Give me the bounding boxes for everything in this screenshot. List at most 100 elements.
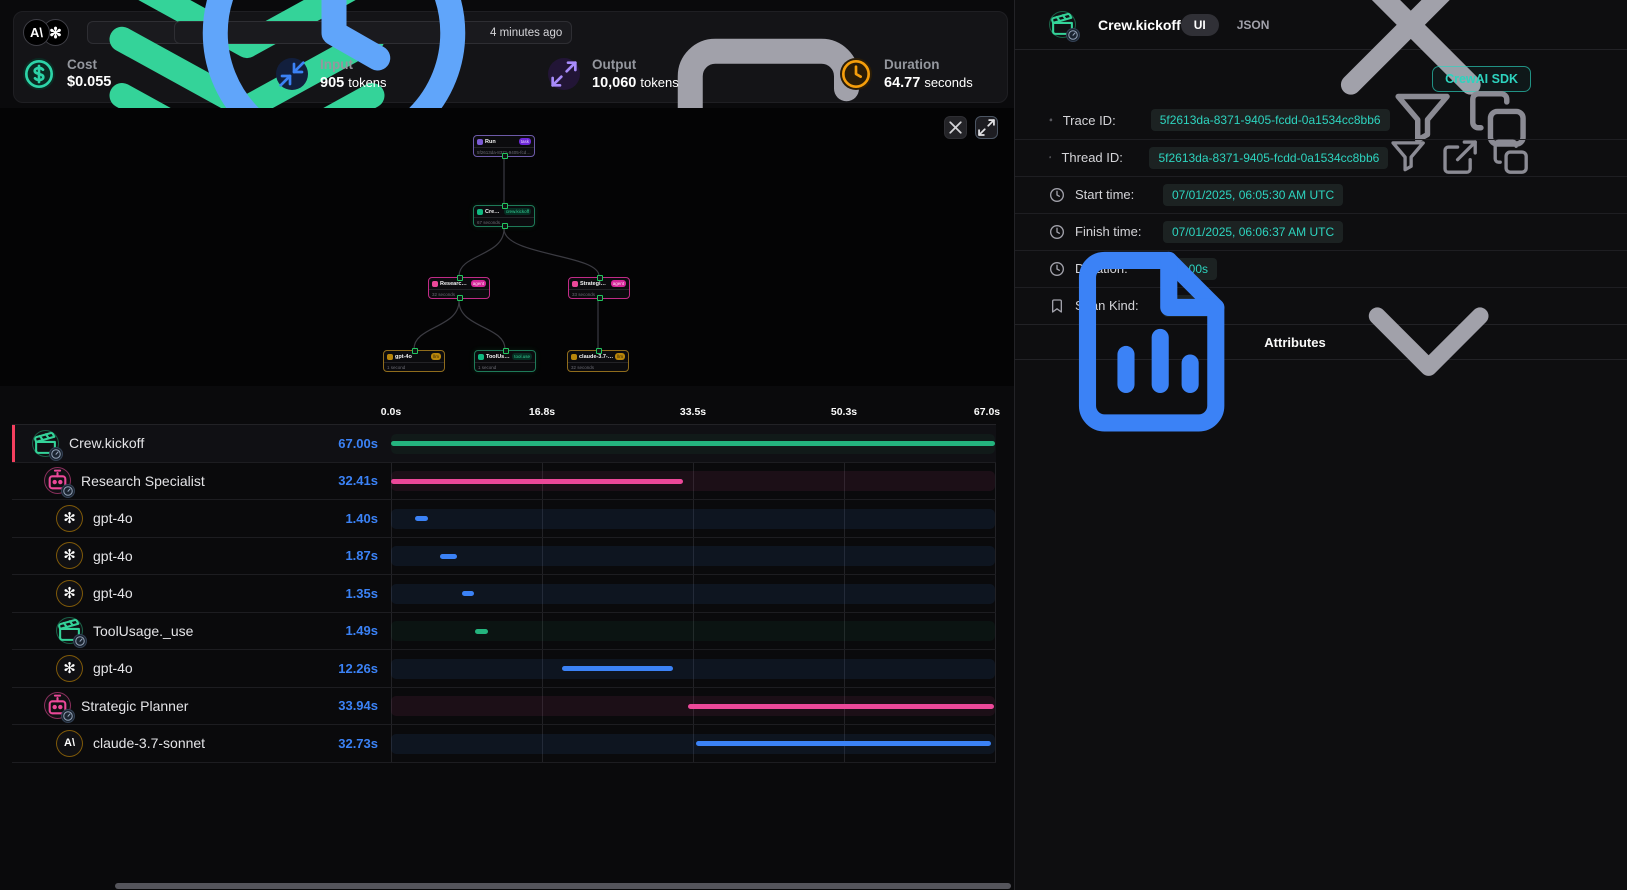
crew-icon [1049, 11, 1076, 38]
detail-title: Crew.kickoff [1098, 17, 1181, 33]
span-duration: 32.73s [338, 725, 378, 762]
hash-icon [1049, 156, 1051, 158]
waterfall-row[interactable]: ✻gpt-4o1.35s [12, 575, 996, 613]
span-bar[interactable] [696, 741, 991, 746]
stat-label: Cost [67, 56, 111, 73]
close-graph-button[interactable] [944, 116, 967, 139]
span-name: gpt-4o [93, 660, 133, 676]
span-track [391, 659, 995, 679]
node-badge: agent [471, 280, 486, 287]
dollar-icon [23, 58, 55, 90]
detail-value-chip[interactable]: 5f2613da-8371-9405-fcdd-0a1534cc8bb6 [1149, 147, 1388, 169]
waterfall-row[interactable]: ✻gpt-4o1.40s [12, 500, 996, 538]
node-footer: 1 second [384, 362, 444, 371]
tab-json[interactable]: JSON [1237, 18, 1270, 32]
graph-node-gpt-4o[interactable]: gpt-4o llm 1 second [383, 350, 445, 372]
detail-row: Thread ID:5f2613da-8371-9405-fcdd-0a1534… [1015, 139, 1627, 175]
span-name: Strategic Planner [81, 698, 188, 714]
axis-tick: 50.3s [831, 406, 857, 418]
waterfall-row[interactable]: Strategic Planner 33.94s [12, 688, 996, 726]
span-bar[interactable] [391, 479, 683, 484]
span-name: gpt-4o [93, 548, 133, 564]
detail-label: Start time: [1075, 187, 1163, 202]
attributes-section[interactable]: Attributes [1015, 324, 1627, 360]
stat-unit: seconds [924, 75, 972, 90]
anthropic-logo: A\ [23, 19, 50, 46]
waterfall-row[interactable]: Crew.kickoff 67.00s [12, 425, 996, 463]
stat-label: Input [320, 56, 387, 73]
node-footer: 33 seconds [569, 289, 629, 298]
node-icon [571, 354, 577, 360]
waterfall-row[interactable]: ✻ gpt-4o 12.26s [12, 650, 996, 688]
node-footer: 32 seconds [568, 362, 628, 371]
span-detail-panel: Crew.kickoff UI JSON CrewAI SDK Trace ID… [1014, 0, 1627, 890]
file-chart-icon [1049, 239, 1254, 444]
detail-value-chip[interactable]: 5f2613da-8371-9405-fcdd-0a1534cc8bb6 [1151, 109, 1390, 131]
node-badge: task [519, 138, 531, 145]
agentops-gauge-icon [73, 634, 87, 648]
expand-graph-button[interactable] [975, 116, 998, 139]
span-track [391, 734, 995, 754]
node-footer: 5f2613da-8371-9405-fcdd-0a1534cc8bb6 [474, 147, 534, 156]
graph-node-strategic-planner[interactable]: Strategic Planner agent 33 seconds [568, 277, 630, 299]
agent-icon [44, 467, 71, 494]
graph-node-claude[interactable]: claude-3.7-sonnet llm 32 seconds [567, 350, 629, 372]
node-label: gpt-4o [395, 354, 429, 360]
span-bar[interactable] [562, 666, 673, 671]
agentops-gauge-icon [61, 484, 75, 498]
node-icon [478, 354, 484, 360]
node-icon [387, 354, 393, 360]
filter-icon[interactable] [1388, 137, 1428, 177]
external-link-icon[interactable] [1440, 137, 1480, 177]
span-duration: 12.26s [338, 650, 378, 687]
tab-ui[interactable]: UI [1181, 14, 1219, 36]
waterfall-row[interactable]: ToolUsage._use 1.49s [12, 613, 996, 651]
axis-tick: 16.8s [529, 406, 555, 418]
span-duration: 67.00s [338, 425, 378, 462]
detail-value-chip[interactable]: 07/01/2025, 06:05:30 AM UTC [1163, 184, 1343, 206]
node-badge: tool.use [512, 353, 532, 360]
span-bar[interactable] [415, 516, 428, 521]
openai-icon: ✻ [56, 655, 83, 682]
node-icon [572, 281, 578, 287]
waterfall-row[interactable]: Research Specialist32.41s [12, 463, 996, 501]
close-icon [945, 117, 966, 138]
attributes-label: Attributes [1264, 335, 1325, 350]
detail-header: Crew.kickoff UI JSON [1015, 0, 1627, 50]
graph-node-toolusage[interactable]: ToolUsage._use tool.use 1 second [474, 350, 536, 372]
span-duration: 1.49s [345, 613, 378, 650]
waterfall-row[interactable]: A\claude-3.7-sonnet32.73s [12, 725, 996, 763]
node-label: Research Speciali... [440, 281, 469, 287]
span-duration: 33.94s [338, 688, 378, 725]
stat-value: 905 [320, 75, 344, 91]
agentops-gauge-icon [1066, 28, 1080, 42]
horizontal-scrollbar[interactable] [115, 883, 1011, 889]
span-name: Crew.kickoff [69, 435, 144, 451]
span-track [391, 434, 995, 454]
time-ago-badge: 4 minutes ago [174, 21, 572, 44]
stat-duration: Duration 64.77 seconds [840, 56, 973, 100]
graph-node-run[interactable]: Run task 5f2613da-8371-9405-fcdd-0a1534c… [473, 135, 535, 157]
graph-node-research-specialist[interactable]: Research Speciali... agent 32 seconds [428, 277, 490, 299]
copy-icon[interactable] [1491, 137, 1531, 177]
chevron-down-icon[interactable] [1326, 239, 1531, 444]
span-bar[interactable] [391, 441, 995, 446]
span-bar[interactable] [440, 554, 457, 559]
stat-unit: tokens [640, 75, 678, 90]
span-name: ToolUsage._use [93, 623, 193, 639]
node-icon [432, 281, 438, 287]
span-bar[interactable] [462, 591, 474, 596]
node-footer: 67 seconds [474, 217, 534, 226]
span-bar[interactable] [475, 629, 488, 634]
node-label: Crew.kickoff [485, 209, 502, 215]
stat-value: 64.77 [884, 75, 920, 91]
timeline-axis: 0.0s 16.8s 33.5s 50.3s 67.0s [12, 392, 996, 424]
span-name: claude-3.7-sonnet [93, 735, 205, 751]
graph-node-crew-kickoff[interactable]: Crew.kickoff crew.kickoff 67 seconds [473, 205, 535, 227]
span-bar[interactable] [688, 704, 994, 709]
waterfall-row[interactable]: ✻gpt-4o1.87s [12, 538, 996, 576]
node-label: Run [485, 139, 517, 145]
node-label: ToolUsage._use [486, 354, 510, 360]
openai-icon: ✻ [56, 505, 83, 532]
waterfall-chart: 0.0s 16.8s 33.5s 50.3s 67.0s Crew.kickof… [12, 392, 996, 763]
